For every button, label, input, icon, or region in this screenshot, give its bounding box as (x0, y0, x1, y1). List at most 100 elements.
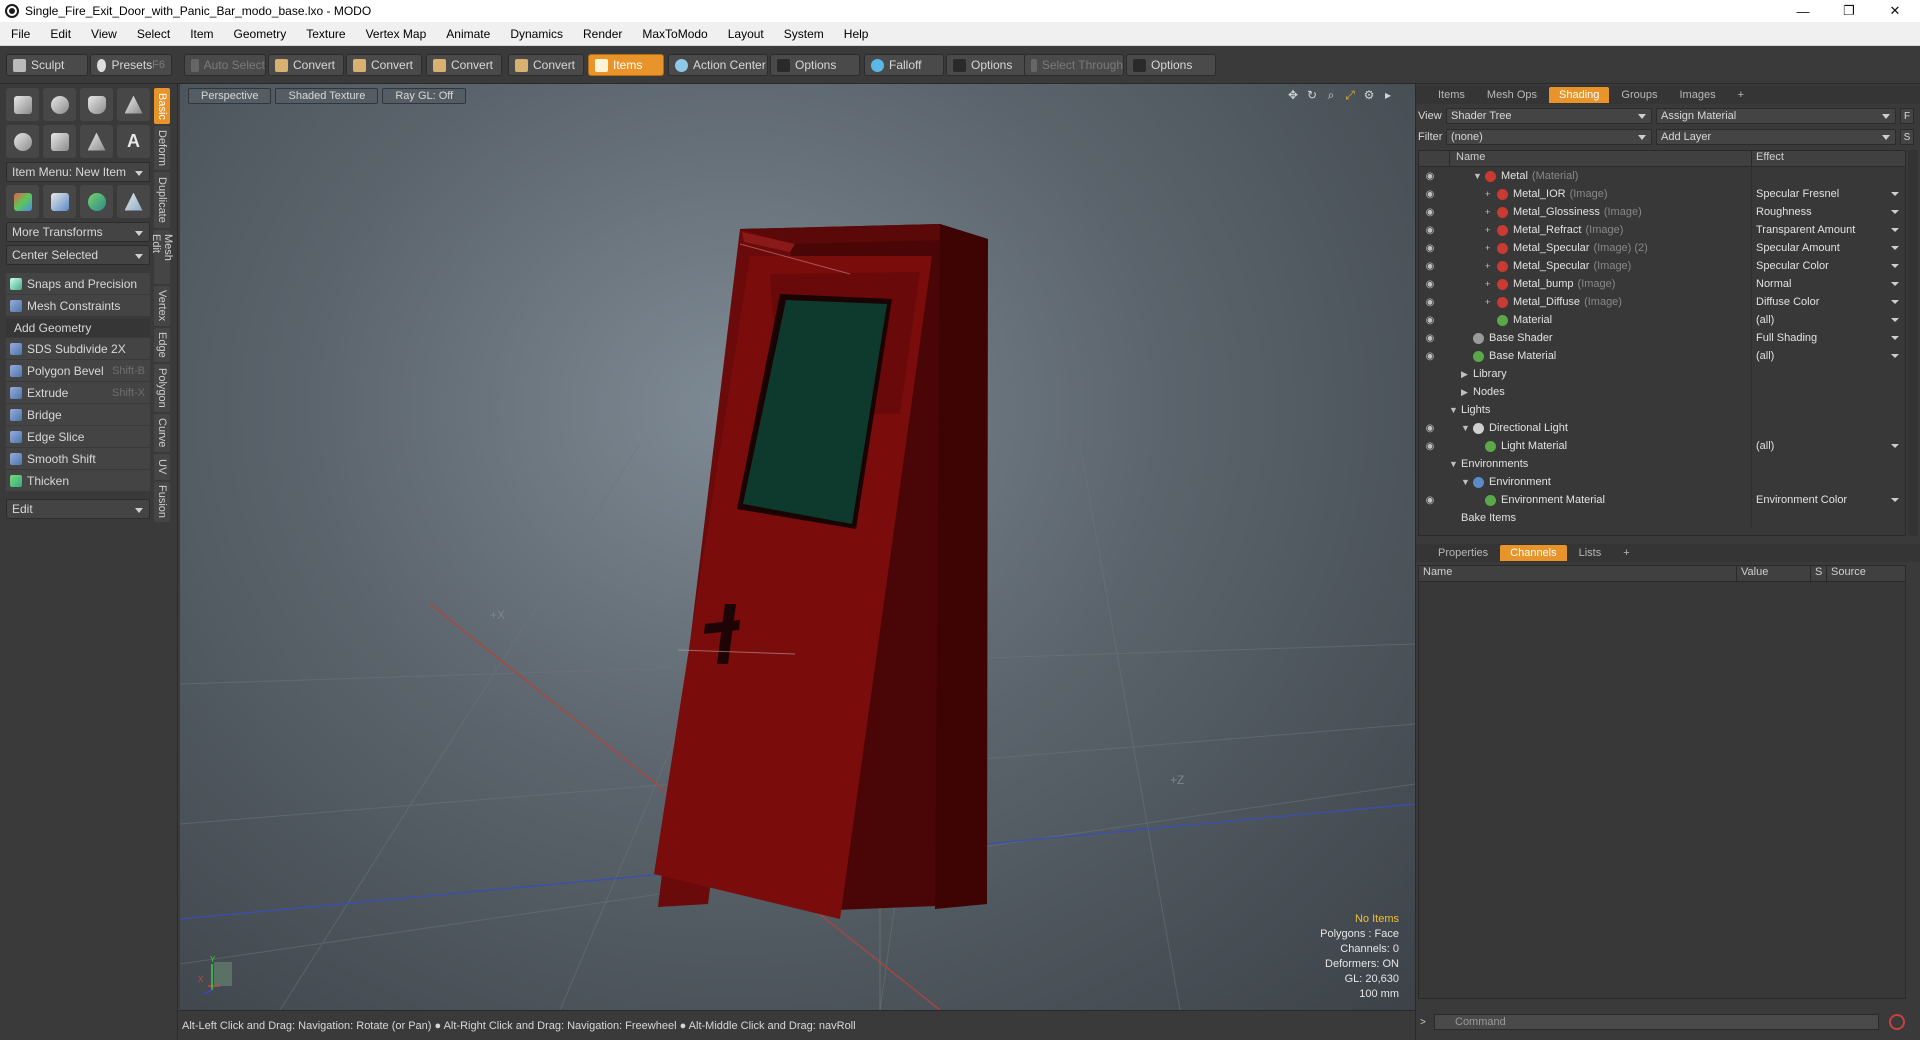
menu-texture[interactable]: Texture (295, 27, 354, 41)
visibility-empty[interactable] (1419, 383, 1441, 401)
tool-polygon-bevel[interactable]: Polygon Bevel Shift-B (6, 360, 150, 381)
sphere-tool[interactable] (43, 88, 76, 121)
expand-arrow-icon[interactable]: ▸ (1381, 88, 1395, 102)
effect-dropdown[interactable]: Diffuse Color (1751, 293, 1905, 311)
expand-toggle-icon[interactable]: + (1485, 225, 1493, 235)
menu-select[interactable]: Select (126, 27, 179, 41)
visibility-eye-icon[interactable]: ◉ (1419, 491, 1441, 509)
sculpt-button[interactable]: Sculpt (6, 54, 88, 76)
element-tool[interactable] (43, 185, 76, 218)
items-mode-button[interactable]: Items (588, 54, 664, 76)
expand-toggle-icon[interactable]: ▼ (1449, 459, 1458, 469)
fit-icon[interactable]: ⤢ (1343, 88, 1357, 102)
shader-tree-row[interactable]: ◉ Base Material (all) (1419, 347, 1905, 365)
shader-tree-row[interactable]: ◉ + Metal_Glossiness (Image) Roughness (1419, 203, 1905, 221)
torus-tool[interactable] (6, 125, 39, 158)
edit-dropdown[interactable]: Edit (6, 499, 150, 519)
visibility-eye-icon[interactable]: ◉ (1419, 221, 1441, 239)
visibility-eye-icon[interactable]: ◉ (1419, 203, 1441, 221)
tool-extrude[interactable]: Extrude Shift-X (6, 382, 150, 403)
perspective-tab[interactable]: Perspective (188, 88, 272, 104)
menu-render[interactable]: Render (572, 27, 631, 41)
channel-s-header[interactable]: S (1811, 566, 1827, 581)
shader-tree-row[interactable]: ◉ Light Material (all) (1419, 437, 1905, 455)
tool-smooth-shift[interactable]: Smooth Shift (6, 448, 150, 469)
command-input[interactable]: Command (1434, 1014, 1879, 1030)
expand-toggle-icon[interactable]: ▶ (1461, 369, 1469, 380)
record-macro-icon[interactable] (1889, 1014, 1905, 1030)
action-center-options-button[interactable]: Options (770, 54, 860, 76)
menu-maxtomodo[interactable]: MaxToModo (631, 27, 716, 41)
effect-dropdown[interactable]: Specular Amount (1751, 239, 1905, 257)
shader-tree-row[interactable]: ◉ + Metal_Diffuse (Image) Diffuse Color (1419, 293, 1905, 311)
expand-toggle-icon[interactable]: + (1485, 297, 1493, 307)
visibility-eye-icon[interactable]: ◉ (1419, 257, 1441, 275)
3d-viewport[interactable]: +X +Z Perspective Shaded Texture Ray GL:… (180, 84, 1415, 1010)
center-selected-dropdown[interactable]: Center Selected (6, 245, 150, 265)
effect-dropdown[interactable]: Environment Color (1751, 491, 1905, 509)
shader-tree-row[interactable]: ◉ + Metal_Refract (Image) Transparent Amount (1419, 221, 1905, 239)
expand-toggle-icon[interactable]: ▼ (1461, 423, 1470, 433)
view-dropdown[interactable]: Shader Tree (1446, 108, 1652, 124)
visibility-eye-icon[interactable]: ◉ (1419, 239, 1441, 257)
shader-tree-row[interactable]: ▼ Environments (1419, 455, 1905, 473)
tab-edge[interactable]: Edge (154, 328, 170, 362)
name-column-header[interactable]: Name (1449, 151, 1751, 166)
shader-tree-row[interactable]: ◉ ▼ Directional Light (1419, 419, 1905, 437)
shader-tree-row[interactable]: ◉ Base Shader Full Shading (1419, 329, 1905, 347)
item-menu-dropdown[interactable]: Item Menu: New Item (6, 162, 150, 182)
shader-tree-row[interactable]: ◉ + Metal_IOR (Image) Specular Fresnel (1419, 185, 1905, 203)
pen-tool[interactable] (80, 125, 113, 158)
tab-basic[interactable]: Basic (154, 88, 170, 124)
effect-column-header[interactable]: Effect (1751, 151, 1905, 166)
effect-dropdown[interactable]: (all) (1751, 437, 1905, 455)
menu-animate[interactable]: Animate (435, 27, 499, 41)
tab-images[interactable]: Images (1670, 87, 1726, 103)
expand-toggle-icon[interactable]: + (1485, 261, 1493, 271)
tab-vertex[interactable]: Vertex (154, 286, 170, 326)
cube-tool[interactable] (6, 88, 39, 121)
visibility-eye-icon[interactable]: ◉ (1419, 311, 1441, 329)
visibility-eye-icon[interactable]: ◉ (1419, 293, 1441, 311)
tab-mesh-edit[interactable]: Mesh Edit (150, 230, 174, 284)
snaps-precision-button[interactable]: Snaps and Precision (6, 273, 150, 294)
shader-tree-row[interactable]: ◉ Environment Material Environment Color (1419, 491, 1905, 509)
more-transforms-dropdown[interactable]: More Transforms (6, 222, 150, 242)
menu-vertex-map[interactable]: Vertex Map (355, 27, 436, 41)
visibility-empty[interactable] (1419, 455, 1441, 473)
menu-geometry[interactable]: Geometry (223, 27, 296, 41)
effect-dropdown[interactable]: Specular Fresnel (1751, 185, 1905, 203)
shader-tree-row[interactable]: ▼ Lights (1419, 401, 1905, 419)
expand-toggle-icon[interactable]: ▼ (1473, 171, 1482, 181)
add-layer-dropdown[interactable]: Add Layer (1656, 129, 1896, 145)
effect-dropdown[interactable]: Specular Color (1751, 257, 1905, 275)
tab-lists[interactable]: Lists (1569, 545, 1612, 561)
tool-thicken[interactable]: Thicken (6, 470, 150, 491)
pan-icon[interactable]: ✥ (1286, 88, 1300, 102)
select-through-button[interactable]: Select Through (1024, 54, 1124, 76)
visibility-eye-icon[interactable]: ◉ (1419, 185, 1441, 203)
convert-vertices-button[interactable]: Convert (268, 54, 344, 76)
visibility-eye-icon[interactable]: ◉ (1419, 347, 1441, 365)
visibility-eye-icon[interactable]: ◉ (1419, 437, 1441, 455)
tab-properties[interactable]: Properties (1428, 545, 1498, 561)
visibility-empty[interactable] (1419, 401, 1441, 419)
expand-toggle-icon[interactable]: ▼ (1461, 477, 1470, 487)
shaded-texture-tab[interactable]: Shaded Texture (275, 88, 379, 104)
tab-deform[interactable]: Deform (154, 126, 170, 170)
menu-file[interactable]: File (0, 27, 39, 41)
tool-edge-slice[interactable]: Edge Slice (6, 426, 150, 447)
shader-tree-scrollbar[interactable] (1908, 150, 1918, 536)
shader-tree-row[interactable]: ▼ Environment (1419, 473, 1905, 491)
shader-tree-row[interactable]: Bake Items (1419, 509, 1905, 527)
capsule-tool[interactable] (43, 125, 76, 158)
expand-toggle-icon[interactable]: + (1485, 279, 1493, 289)
channels-list[interactable]: Name Value S Source (1418, 565, 1906, 999)
effect-dropdown[interactable]: (all) (1751, 347, 1905, 365)
tab-uv[interactable]: UV (154, 454, 170, 480)
shader-tree-row[interactable]: ◉ + Metal_Specular (Image) (2) Specular Amou… (1419, 239, 1905, 257)
tab-polygon[interactable]: Polygon (154, 364, 170, 412)
channel-name-header[interactable]: Name (1419, 566, 1737, 581)
tab-shading[interactable]: Shading (1549, 87, 1610, 103)
effect-dropdown[interactable]: Roughness (1751, 203, 1905, 221)
